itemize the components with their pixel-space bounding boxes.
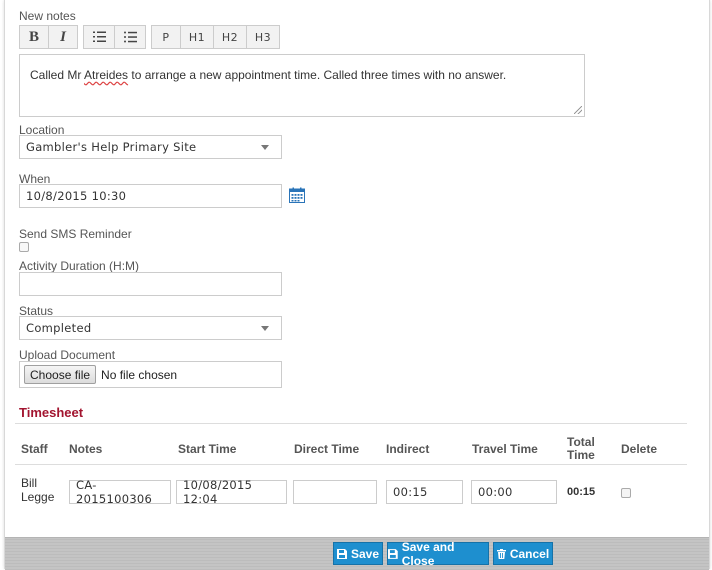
row-direct-time-input[interactable]: [293, 480, 377, 504]
notes-text-misspelled: Atreides: [84, 68, 129, 82]
sms-label: Send SMS Reminder: [19, 227, 132, 241]
col-travel-time: Travel Time: [472, 442, 538, 456]
save-and-close-button[interactable]: Save and Close: [387, 539, 489, 568]
chevron-down-icon: [261, 145, 269, 150]
floppy-disk-icon: [336, 548, 347, 559]
status-value: Completed: [26, 321, 92, 335]
col-notes: Notes: [69, 442, 103, 456]
unordered-list-button[interactable]: [114, 25, 146, 49]
row-notes-input[interactable]: CA-2015100306: [69, 478, 171, 506]
bold-button[interactable]: B: [19, 25, 49, 49]
cancel-label: Cancel: [509, 546, 550, 561]
notes-textarea[interactable]: Called Mr Atreides to arrange a new appo…: [19, 54, 585, 117]
row-notes-value: CA-2015100306: [76, 478, 153, 506]
table-header-divider: [15, 464, 687, 465]
timesheet-title: Timesheet: [19, 405, 84, 420]
list-group: [83, 25, 146, 51]
row-staff-last: Legge: [21, 490, 55, 504]
paragraph-button[interactable]: P: [151, 25, 181, 49]
resize-handle[interactable]: [574, 106, 582, 114]
save-and-close-label: Save and Close: [401, 539, 455, 568]
row-delete-checkbox[interactable]: [621, 488, 631, 498]
ordered-list-button[interactable]: [83, 25, 115, 49]
col-indirect: Indirect: [386, 442, 430, 456]
format-group: B I: [19, 25, 78, 51]
row-indirect-input[interactable]: 00:15: [386, 480, 463, 504]
col-delete: Delete: [621, 442, 658, 456]
when-input[interactable]: 10/8/2015 10:30: [19, 184, 282, 208]
col-start-time: Start Time: [178, 442, 237, 456]
row-staff: Bill Legge: [21, 476, 54, 504]
status-select[interactable]: Completed: [19, 316, 282, 340]
duration-label: Activity Duration (H:M): [19, 259, 140, 273]
activity-form: New notes B I P H1 H2 H3 Called Mr Atrei…: [4, 0, 710, 570]
h2-button[interactable]: H2: [213, 25, 247, 49]
row-indirect-value: 00:15: [393, 485, 428, 499]
editor-toolbar: B I P H1 H2 H3: [19, 25, 285, 51]
when-value: 10/8/2015 10:30: [26, 189, 127, 203]
italic-button[interactable]: I: [48, 25, 78, 49]
h3-button[interactable]: H3: [246, 25, 280, 49]
unordered-list-icon: [123, 31, 137, 43]
upload-label: Upload Document: [19, 348, 116, 362]
heading-group: P H1 H2 H3: [151, 25, 280, 51]
upload-field: Choose file No file chosen: [19, 361, 282, 388]
footer-bar: Save Save and Close Cancel: [5, 537, 709, 570]
floppy-disk-icon: [388, 548, 398, 559]
notes-text-before: Called Mr: [30, 68, 85, 82]
save-label: Save: [350, 546, 380, 561]
duration-input[interactable]: [19, 272, 282, 296]
col-total-time: Total Time: [567, 436, 595, 462]
trash-icon: [496, 548, 506, 559]
sms-checkbox[interactable]: [19, 242, 29, 252]
location-select[interactable]: Gambler's Help Primary Site: [19, 135, 282, 159]
h1-button[interactable]: H1: [180, 25, 214, 49]
col-total-time-line2: Time: [567, 448, 595, 462]
choose-file-button[interactable]: Choose file: [24, 365, 97, 384]
row-travel-time-value: 00:00: [478, 485, 513, 499]
row-total-time: 00:15: [567, 486, 596, 498]
notes-label: New notes: [19, 9, 76, 23]
cancel-button[interactable]: Cancel: [493, 542, 553, 565]
row-staff-first: Bill: [21, 476, 38, 490]
timesheet-divider: [15, 423, 687, 424]
location-value: Gambler's Help Primary Site: [26, 140, 197, 154]
row-start-time-input[interactable]: 10/08/2015 12:04: [176, 478, 287, 506]
col-direct-time: Direct Time: [294, 442, 360, 456]
ordered-list-icon: [92, 31, 106, 42]
row-travel-time-input[interactable]: 00:00: [471, 480, 557, 504]
save-button[interactable]: Save: [333, 542, 383, 565]
calendar-icon[interactable]: [289, 187, 305, 203]
file-status: No file chosen: [101, 367, 178, 382]
row-start-time-value: 10/08/2015 12:04: [183, 478, 253, 506]
notes-text-after: to arrange a new appointment time. Calle…: [128, 68, 507, 82]
chevron-down-icon: [261, 326, 269, 331]
col-staff: Staff: [21, 442, 48, 456]
